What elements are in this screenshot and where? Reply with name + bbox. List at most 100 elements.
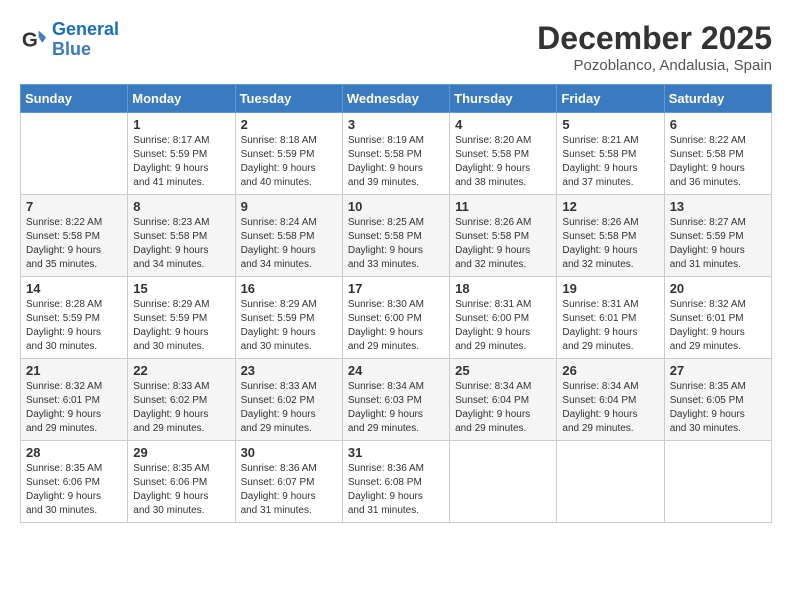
logo-line1: General (52, 19, 119, 39)
day-info: Sunrise: 8:18 AMSunset: 5:59 PMDaylight:… (241, 134, 337, 190)
calendar-cell: 27 Sunrise: 8:35 AMSunset: 6:05 PMDayligh… (664, 359, 771, 441)
calendar-cell: 11 Sunrise: 8:26 AMSunset: 5:58 PMDayligh… (450, 195, 557, 277)
day-info: Sunrise: 8:35 AMSunset: 6:05 PMDaylight:… (670, 380, 766, 436)
calendar-cell: 21Sunrise: 8:32 AMSunset: 6:01 PMDayligh… (21, 359, 128, 441)
calendar-cell: 12Sunrise: 8:26 AMSunset: 5:58 PMDayligh… (557, 195, 664, 277)
calendar-cell: 14 Sunrise: 8:28 AMSunset: 5:59 PMDayligh… (21, 277, 128, 359)
calendar-cell: 19Sunrise: 8:31 AMSunset: 6:01 PMDayligh… (557, 277, 664, 359)
day-info: Sunrise: 8:36 AMSunset: 6:07 PMDaylight:… (241, 462, 337, 518)
day-info: Sunrise: 8:36 AMSunset: 6:08 PMDaylight:… (348, 462, 444, 518)
calendar-cell: 20 Sunrise: 8:32 AMSunset: 6:01 PMDayligh… (664, 277, 771, 359)
weekday-header-monday: Monday (128, 85, 235, 113)
day-info: Sunrise: 8:21 AMSunset: 5:58 PMDaylight:… (562, 134, 658, 190)
day-number: 22 (133, 363, 229, 378)
weekday-header-saturday: Saturday (664, 85, 771, 113)
day-info: Sunrise: 8:26 AMSunset: 5:58 PMDaylight:… (455, 216, 551, 272)
day-number: 14 (26, 281, 122, 296)
calendar-cell: 13Sunrise: 8:27 AMSunset: 5:59 PMDayligh… (664, 195, 771, 277)
page-header: G General Blue December 2025 Pozoblanco,… (20, 20, 772, 74)
day-number: 9 (241, 199, 337, 214)
day-number: 11 (455, 199, 551, 214)
calendar-cell: 1Sunrise: 8:17 AMSunset: 5:59 PMDaylight… (128, 113, 235, 195)
day-number: 13 (670, 199, 766, 214)
calendar-cell: 17 Sunrise: 8:30 AMSunset: 6:00 PMDayligh… (342, 277, 449, 359)
day-info: Sunrise: 8:20 AMSunset: 5:58 PMDaylight:… (455, 134, 551, 190)
calendar-week-row: 28Sunrise: 8:35 AMSunset: 6:06 PMDayligh… (21, 441, 772, 523)
day-info: Sunrise: 8:22 AMSunset: 5:58 PMDaylight:… (26, 216, 122, 272)
title-area: December 2025 Pozoblanco, Andalusia, Spa… (537, 20, 772, 74)
day-info: Sunrise: 8:30 AMSunset: 6:00 PMDaylight:… (348, 298, 444, 354)
weekday-header-tuesday: Tuesday (235, 85, 342, 113)
calendar-cell: 29Sunrise: 8:35 AMSunset: 6:06 PMDayligh… (128, 441, 235, 523)
calendar-week-row: 1Sunrise: 8:17 AMSunset: 5:59 PMDaylight… (21, 113, 772, 195)
calendar-cell: 18Sunrise: 8:31 AMSunset: 6:00 PMDayligh… (450, 277, 557, 359)
day-info: Sunrise: 8:28 AMSunset: 5:59 PMDaylight:… (26, 298, 122, 354)
day-number: 23 (241, 363, 337, 378)
page-title: December 2025 (537, 20, 772, 57)
calendar-cell: 8 Sunrise: 8:23 AMSunset: 5:58 PMDaylight… (128, 195, 235, 277)
day-number: 8 (133, 199, 229, 214)
logo-text: General Blue (52, 20, 119, 60)
calendar-cell: 24 Sunrise: 8:34 AMSunset: 6:03 PMDayligh… (342, 359, 449, 441)
day-info: Sunrise: 8:25 AMSunset: 5:58 PMDaylight:… (348, 216, 444, 272)
calendar-cell: 28Sunrise: 8:35 AMSunset: 6:06 PMDayligh… (21, 441, 128, 523)
day-number: 5 (562, 117, 658, 132)
calendar-cell: 2 Sunrise: 8:18 AMSunset: 5:59 PMDaylight… (235, 113, 342, 195)
weekday-header-wednesday: Wednesday (342, 85, 449, 113)
calendar-cell: 23Sunrise: 8:33 AMSunset: 6:02 PMDayligh… (235, 359, 342, 441)
day-number: 17 (348, 281, 444, 296)
weekday-header-sunday: Sunday (21, 85, 128, 113)
weekday-header-friday: Friday (557, 85, 664, 113)
calendar-cell: 3 Sunrise: 8:19 AMSunset: 5:58 PMDaylight… (342, 113, 449, 195)
page-subtitle: Pozoblanco, Andalusia, Spain (537, 57, 772, 74)
calendar-cell: 4 Sunrise: 8:20 AMSunset: 5:58 PMDaylight… (450, 113, 557, 195)
day-number: 2 (241, 117, 337, 132)
day-number: 15 (133, 281, 229, 296)
logo-line2: Blue (52, 39, 91, 59)
calendar-cell: 7 Sunrise: 8:22 AMSunset: 5:58 PMDaylight… (21, 195, 128, 277)
calendar-cell: 6 Sunrise: 8:22 AMSunset: 5:58 PMDaylight… (664, 113, 771, 195)
day-number: 7 (26, 199, 122, 214)
calendar-cell (664, 441, 771, 523)
day-number: 19 (562, 281, 658, 296)
day-number: 4 (455, 117, 551, 132)
day-info: Sunrise: 8:26 AMSunset: 5:58 PMDaylight:… (562, 216, 658, 272)
calendar-week-row: 7 Sunrise: 8:22 AMSunset: 5:58 PMDaylight… (21, 195, 772, 277)
calendar-cell: 16Sunrise: 8:29 AMSunset: 5:59 PMDayligh… (235, 277, 342, 359)
day-info: Sunrise: 8:23 AMSunset: 5:58 PMDaylight:… (133, 216, 229, 272)
day-number: 20 (670, 281, 766, 296)
calendar-table: SundayMondayTuesdayWednesdayThursdayFrid… (20, 84, 772, 523)
calendar-cell: 9 Sunrise: 8:24 AMSunset: 5:58 PMDaylight… (235, 195, 342, 277)
day-number: 3 (348, 117, 444, 132)
weekday-header-thursday: Thursday (450, 85, 557, 113)
day-info: Sunrise: 8:31 AMSunset: 6:00 PMDaylight:… (455, 298, 551, 354)
calendar-cell (21, 113, 128, 195)
day-info: Sunrise: 8:24 AMSunset: 5:58 PMDaylight:… (241, 216, 337, 272)
day-info: Sunrise: 8:19 AMSunset: 5:58 PMDaylight:… (348, 134, 444, 190)
day-number: 31 (348, 445, 444, 460)
day-number: 16 (241, 281, 337, 296)
day-number: 6 (670, 117, 766, 132)
day-number: 27 (670, 363, 766, 378)
calendar-cell: 22 Sunrise: 8:33 AMSunset: 6:02 PMDayligh… (128, 359, 235, 441)
day-number: 30 (241, 445, 337, 460)
day-number: 28 (26, 445, 122, 460)
day-info: Sunrise: 8:33 AMSunset: 6:02 PMDaylight:… (133, 380, 229, 436)
calendar-body: 1Sunrise: 8:17 AMSunset: 5:59 PMDaylight… (21, 113, 772, 523)
logo-icon: G (20, 26, 48, 54)
day-info: Sunrise: 8:34 AMSunset: 6:03 PMDaylight:… (348, 380, 444, 436)
calendar-cell: 30 Sunrise: 8:36 AMSunset: 6:07 PMDayligh… (235, 441, 342, 523)
calendar-week-row: 21Sunrise: 8:32 AMSunset: 6:01 PMDayligh… (21, 359, 772, 441)
day-number: 1 (133, 117, 229, 132)
day-info: Sunrise: 8:34 AMSunset: 6:04 PMDaylight:… (455, 380, 551, 436)
calendar-cell: 10 Sunrise: 8:25 AMSunset: 5:58 PMDayligh… (342, 195, 449, 277)
day-number: 24 (348, 363, 444, 378)
day-number: 10 (348, 199, 444, 214)
day-info: Sunrise: 8:22 AMSunset: 5:58 PMDaylight:… (670, 134, 766, 190)
weekday-header-row: SundayMondayTuesdayWednesdayThursdayFrid… (21, 85, 772, 113)
day-info: Sunrise: 8:32 AMSunset: 6:01 PMDaylight:… (26, 380, 122, 436)
calendar-cell: 25Sunrise: 8:34 AMSunset: 6:04 PMDayligh… (450, 359, 557, 441)
calendar-header: SundayMondayTuesdayWednesdayThursdayFrid… (21, 85, 772, 113)
day-info: Sunrise: 8:32 AMSunset: 6:01 PMDaylight:… (670, 298, 766, 354)
calendar-cell (557, 441, 664, 523)
